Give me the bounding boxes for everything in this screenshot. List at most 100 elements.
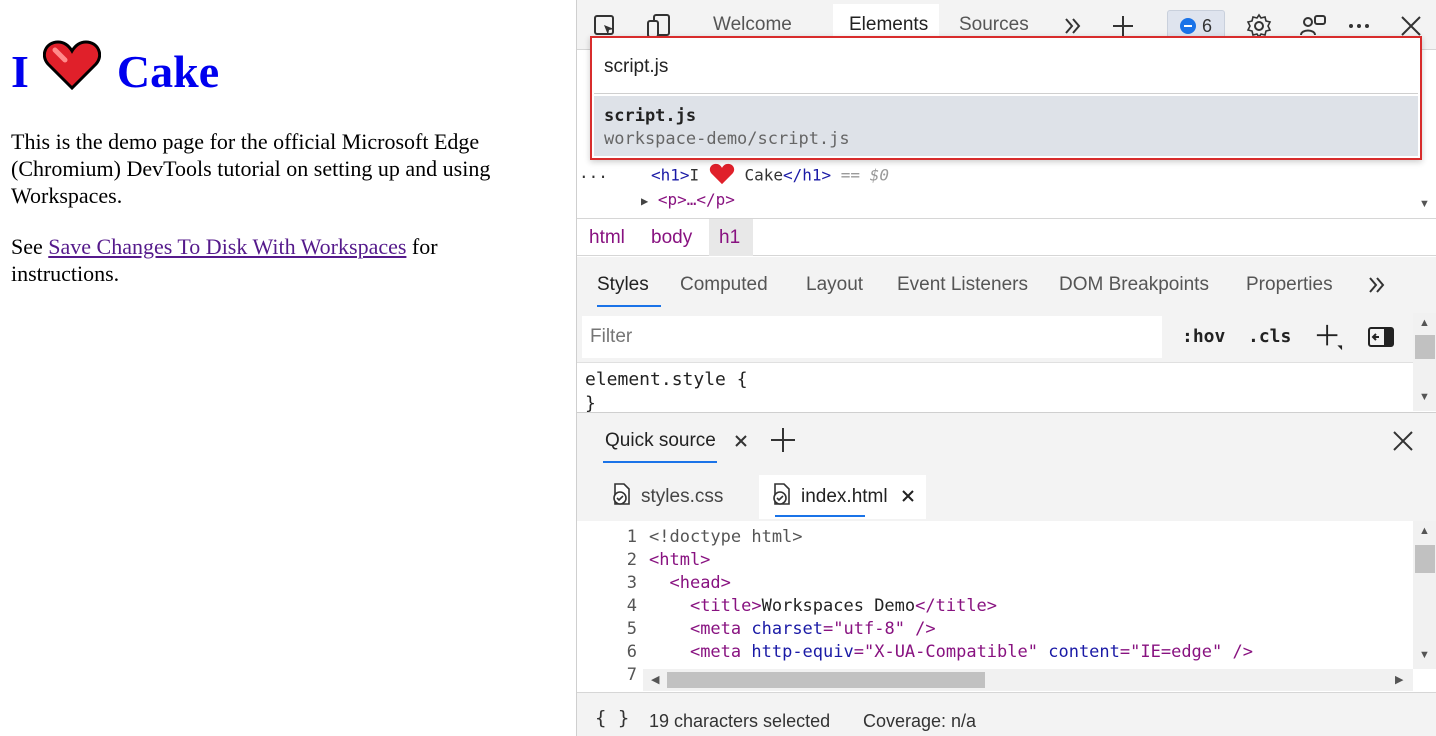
tab-layout[interactable]: Layout xyxy=(806,274,863,296)
editor-scroll-down-icon[interactable]: ▼ xyxy=(1419,649,1430,661)
quick-open-result-path: workspace-demo/script.js xyxy=(604,129,850,149)
code-line[interactable]: <html> xyxy=(649,550,710,570)
styles-tab-underline xyxy=(597,305,661,307)
active-file-underline xyxy=(775,515,865,517)
editor-scroll-thumb[interactable] xyxy=(1415,545,1435,573)
code-token: /> xyxy=(904,619,936,639)
styles-subtabs: Styles Computed Layout Event Listeners D… xyxy=(577,257,1436,313)
tab-sources[interactable]: Sources xyxy=(959,14,1029,36)
cls-toggle[interactable]: .cls xyxy=(1248,326,1291,347)
add-drawer-tab-icon[interactable] xyxy=(769,426,797,454)
code-token: content xyxy=(1048,642,1120,662)
file-tab-index-html[interactable]: index.html xyxy=(759,475,926,519)
tab-properties[interactable]: Properties xyxy=(1246,274,1333,296)
code-line[interactable]: <!doctype html> xyxy=(649,527,803,547)
breadcrumb-h1[interactable]: h1 xyxy=(719,227,740,249)
file-tab-styles-css[interactable]: styles.css xyxy=(599,475,735,519)
tab-quick-source[interactable]: Quick source xyxy=(605,430,716,452)
heading-right: Cake xyxy=(116,45,220,97)
code-token: "utf-8" xyxy=(833,619,905,639)
tab-event-listeners[interactable]: Event Listeners xyxy=(897,274,1028,296)
quick-open-result[interactable]: script.js workspace-demo/script.js xyxy=(594,96,1418,156)
breadcrumb-html[interactable]: html xyxy=(589,227,625,249)
code-line[interactable]: <title>Workspaces Demo</title> xyxy=(649,596,997,616)
file-tab-label: styles.css xyxy=(641,486,724,507)
styles-rule[interactable]: element.style { } xyxy=(585,368,748,416)
tab-welcome[interactable]: Welcome xyxy=(713,14,792,36)
editor-status-bar: { } 19 characters selected Coverage: n/a xyxy=(577,692,1436,736)
quick-source-underline xyxy=(603,461,717,463)
selection-status: 19 characters selected xyxy=(649,711,831,731)
code-line[interactable]: <meta http-equiv = "X-UA-Compatible" conte… xyxy=(649,642,1253,662)
styles-scroll-up-icon[interactable]: ▲ xyxy=(1419,317,1430,329)
close-drawer-icon[interactable] xyxy=(1389,427,1417,455)
hov-toggle[interactable]: :hov xyxy=(1182,326,1225,347)
line-number: 1 xyxy=(626,527,637,547)
more-subtabs-icon[interactable] xyxy=(1363,271,1391,299)
dom-heart-icon xyxy=(709,163,735,189)
editor-scroll-left-icon[interactable]: ◀ xyxy=(651,673,659,686)
quick-open-dialog: script.js workspace-demo/script.js xyxy=(590,36,1422,160)
toggle-sidebar-icon[interactable] xyxy=(1367,323,1395,351)
line-number: 2 xyxy=(626,550,637,570)
editor-scroll-up-icon[interactable]: ▲ xyxy=(1419,525,1430,537)
synced-file-icon xyxy=(771,482,793,512)
workspaces-link[interactable]: Save Changes To Disk With Workspaces xyxy=(48,234,406,259)
tab-styles[interactable]: Styles xyxy=(597,274,649,296)
code-token: http-equiv xyxy=(751,642,854,662)
dom-node-h1[interactable]: <h1>I Cake</h1> == $0 xyxy=(651,163,889,189)
styles-scrollbar[interactable]: ▲ ▼ xyxy=(1413,313,1436,411)
dom-h1-text-a: I xyxy=(689,165,700,185)
tab-computed[interactable]: Computed xyxy=(680,274,768,296)
code-line[interactable]: <head> xyxy=(649,573,731,593)
dom-scroll-down-icon[interactable]: ▼ xyxy=(1419,198,1430,210)
line-number: 6 xyxy=(626,642,637,662)
styles-scroll-thumb[interactable] xyxy=(1415,335,1435,359)
intro-paragraph: This is the demo page for the official M… xyxy=(11,129,491,208)
see-prefix: See xyxy=(11,234,49,259)
editor-horizontal-scrollbar[interactable]: ◀ ▶ xyxy=(643,669,1413,691)
editor-file-tabs: styles.css index.html xyxy=(577,471,1436,521)
editor-scroll-right-icon[interactable]: ▶ xyxy=(1395,673,1403,686)
editor-vertical-scrollbar[interactable]: ▲ ▼ xyxy=(1413,521,1436,669)
web-page: I Cake This is the demo page for the off… xyxy=(0,0,576,736)
close-file-tab-icon[interactable] xyxy=(901,486,914,508)
code-editor[interactable]: 1 2 3 4 5 6 7 <!doctype html> <html> <head> <ti… xyxy=(577,521,1436,693)
dom-node-p[interactable]: ▶ <p>…</p> xyxy=(641,190,735,209)
synced-file-icon xyxy=(611,482,633,512)
code-token: = xyxy=(1119,642,1131,662)
code-token: "X-UA-Compatible" xyxy=(863,642,1038,662)
code-token: <!doctype html> xyxy=(649,527,803,547)
dom-h1-close: </h1> xyxy=(782,165,832,185)
expand-triangle-icon[interactable]: ▶ xyxy=(641,194,648,208)
pretty-print-button[interactable]: { } xyxy=(595,707,629,729)
styles-filter-input[interactable] xyxy=(582,316,1162,358)
code-line[interactable]: <meta charset="utf-8" /> xyxy=(649,619,936,639)
code-token: <head> xyxy=(669,573,731,593)
code-token: "IE=edge" xyxy=(1130,642,1223,662)
styles-filter-bar: :hov .cls xyxy=(577,313,1413,363)
issues-icon xyxy=(1179,18,1196,34)
line-number: 7 xyxy=(626,665,637,685)
line-number: 4 xyxy=(626,596,637,616)
new-style-rule-icon[interactable] xyxy=(1315,323,1343,351)
close-quick-source-icon[interactable] xyxy=(727,427,755,455)
instructions-paragraph: See Save Changes To Disk With Workspaces… xyxy=(11,233,551,287)
code-token: <meta xyxy=(689,642,752,662)
dom-ellipsis[interactable]: ... xyxy=(579,163,608,182)
breadcrumb-body[interactable]: body xyxy=(651,227,692,249)
tab-elements[interactable]: Elements xyxy=(849,14,928,36)
editor-hscroll-thumb[interactable] xyxy=(667,672,985,688)
quick-open-result-title: script.js xyxy=(604,106,697,126)
code-token: <html> xyxy=(649,550,711,570)
styles-scroll-down-icon[interactable]: ▼ xyxy=(1419,391,1430,403)
styles-rule-selector: element.style { xyxy=(585,369,748,390)
code-token: <meta xyxy=(689,619,752,639)
quick-open-input[interactable] xyxy=(594,40,1418,94)
tab-dom-breakpoints[interactable]: DOM Breakpoints xyxy=(1059,274,1209,296)
line-number: 5 xyxy=(626,619,637,639)
